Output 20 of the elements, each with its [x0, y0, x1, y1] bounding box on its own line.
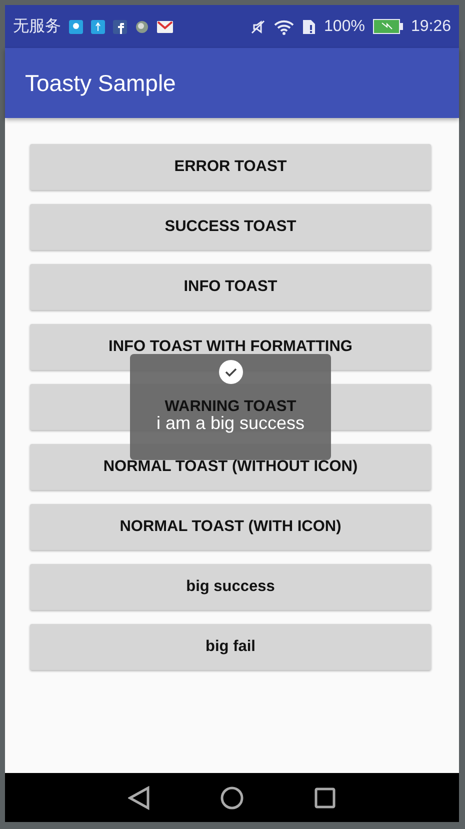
carrier-text: 无服务 — [13, 16, 61, 36]
battery-icon — [372, 19, 403, 34]
toast-button[interactable]: big fail — [30, 624, 431, 670]
toast-button[interactable]: ERROR TOAST — [30, 144, 431, 190]
app-title: Toasty Sample — [25, 68, 176, 98]
back-icon[interactable] — [128, 786, 150, 810]
home-icon[interactable] — [220, 786, 244, 810]
toast-button[interactable]: SUCCESS TOAST — [30, 204, 431, 250]
usb-icon — [91, 20, 105, 34]
sim-icon — [302, 18, 316, 34]
toast-button[interactable]: NORMAL TOAST (WITH ICON) — [30, 504, 431, 550]
toast-button[interactable]: big success — [30, 564, 431, 610]
wifi-icon — [274, 18, 294, 34]
mail-icon — [157, 20, 173, 32]
mute-icon — [250, 18, 266, 34]
battery-percent: 100% — [324, 16, 365, 36]
facebook-icon — [113, 20, 127, 34]
recents-icon[interactable] — [314, 786, 336, 808]
clock-time: 19:26 — [410, 16, 451, 36]
toast-button[interactable]: INFO TOAST — [30, 264, 431, 310]
